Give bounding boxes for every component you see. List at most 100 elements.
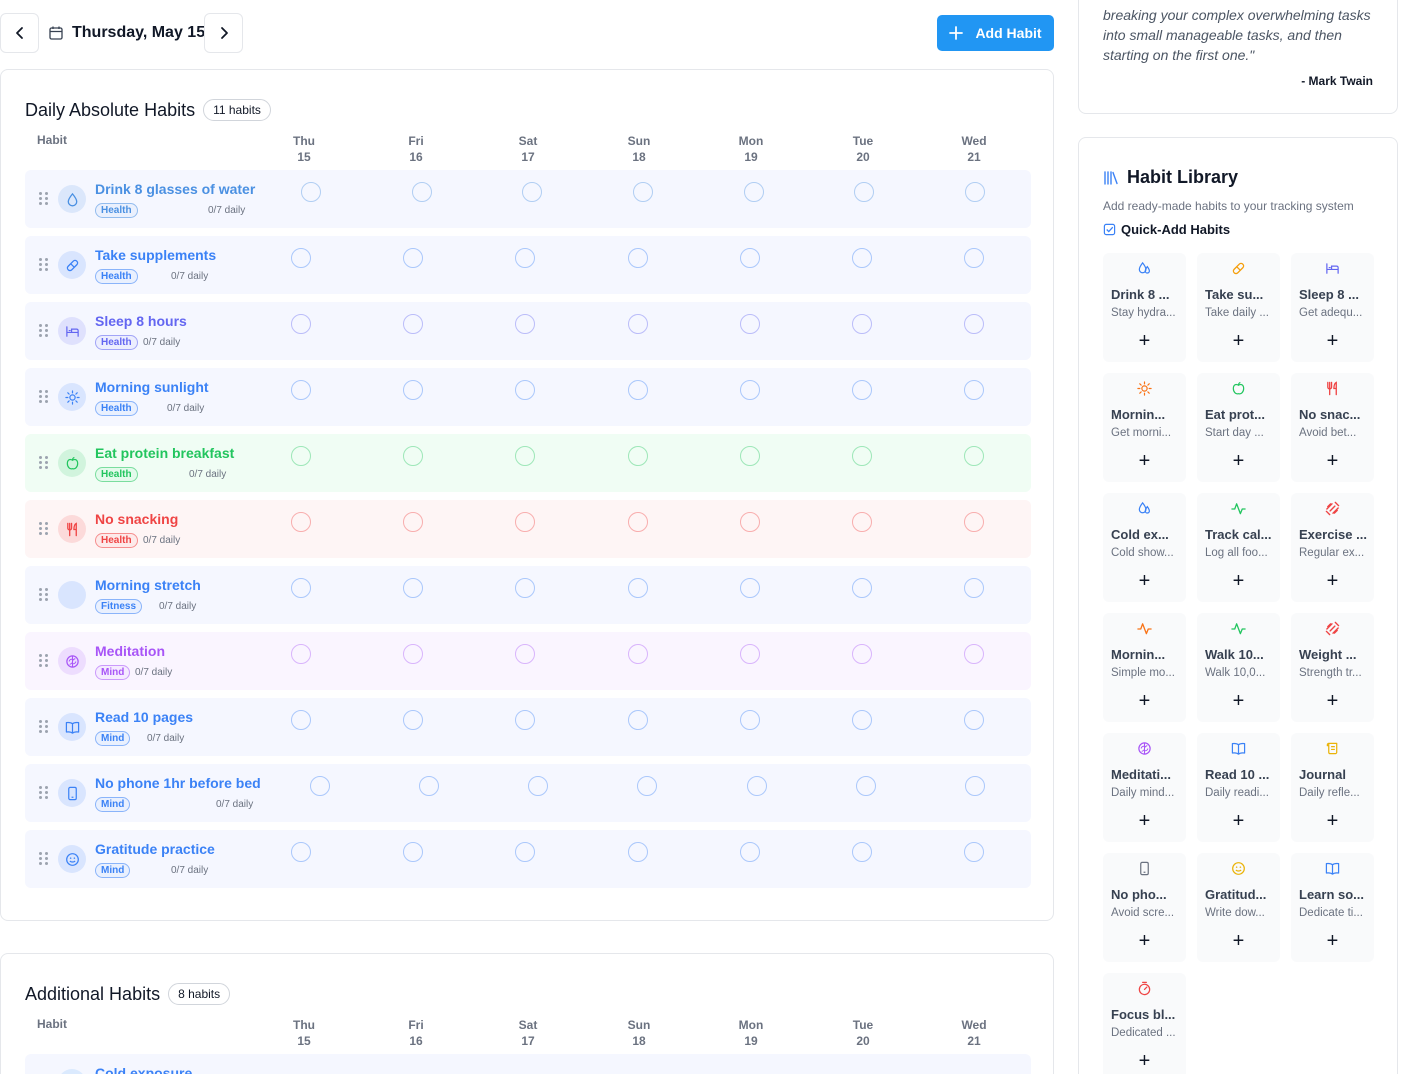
day-checkbox-mon[interactable] [740,710,760,730]
tile-add-button[interactable]: + [1197,691,1280,711]
day-checkbox-mon[interactable] [740,446,760,466]
habit-name[interactable]: Read 10 pages [95,709,193,725]
day-checkbox-tue[interactable] [856,776,876,796]
quick-add-tile[interactable]: Weight ... Strength tr... + [1291,613,1374,722]
habit-name[interactable]: Sleep 8 hours [95,313,187,329]
tile-add-button[interactable]: + [1103,931,1186,951]
day-checkbox-thu[interactable] [291,314,311,334]
day-checkbox-thu[interactable] [301,182,321,202]
tile-add-button[interactable]: + [1197,811,1280,831]
day-checkbox-tue[interactable] [852,314,872,334]
day-checkbox-thu[interactable] [291,248,311,268]
day-checkbox-sun[interactable] [628,512,648,532]
habit-name[interactable]: Morning stretch [95,577,201,593]
day-checkbox-mon[interactable] [740,644,760,664]
quick-add-tile[interactable]: Mornin... Simple mo... + [1103,613,1186,722]
habit-row[interactable]: Sleep 8 hours Health 0/7 daily [25,302,1031,360]
day-checkbox-wed[interactable] [965,776,985,796]
drag-handle-icon[interactable] [39,456,48,470]
day-checkbox-thu[interactable] [291,380,311,400]
next-day-button[interactable] [204,13,243,53]
day-checkbox-sun[interactable] [628,842,648,862]
day-checkbox-mon[interactable] [744,182,764,202]
day-checkbox-mon[interactable] [740,314,760,334]
day-checkbox-fri[interactable] [403,578,423,598]
day-checkbox-tue[interactable] [852,380,872,400]
quick-add-tile[interactable]: Meditati... Daily mind... + [1103,733,1186,842]
habit-name[interactable]: No phone 1hr before bed [95,775,261,791]
day-checkbox-fri[interactable] [403,512,423,532]
day-checkbox-wed[interactable] [964,710,984,730]
day-checkbox-sat[interactable] [515,380,535,400]
quick-add-tile[interactable]: No pho... Avoid scre... + [1103,853,1186,962]
habit-name[interactable]: Take supplements [95,247,216,263]
day-checkbox-sun[interactable] [637,776,657,796]
day-checkbox-tue[interactable] [852,710,872,730]
drag-handle-icon[interactable] [39,258,48,272]
day-checkbox-sun[interactable] [628,314,648,334]
day-checkbox-sat[interactable] [515,842,535,862]
habit-name[interactable]: Drink 8 glasses of water [95,181,255,197]
day-checkbox-sun[interactable] [628,248,648,268]
day-checkbox-tue[interactable] [852,644,872,664]
habit-row[interactable]: No phone 1hr before bed Mind 0/7 daily [25,764,1031,822]
quick-add-tile[interactable]: No snac... Avoid bet... + [1291,373,1374,482]
day-checkbox-thu[interactable] [291,710,311,730]
drag-handle-icon[interactable] [39,324,48,338]
habit-row[interactable]: Read 10 pages Mind 0/7 daily [25,698,1031,756]
day-checkbox-sat[interactable] [515,446,535,466]
tile-add-button[interactable]: + [1103,331,1186,351]
habit-row[interactable]: Eat protein breakfast Health 0/7 daily [25,434,1031,492]
day-checkbox-fri[interactable] [403,446,423,466]
drag-handle-icon[interactable] [39,786,48,800]
tile-add-button[interactable]: + [1103,691,1186,711]
day-checkbox-fri[interactable] [419,776,439,796]
habit-row[interactable]: Morning stretch Fitness 0/7 daily [25,566,1031,624]
day-checkbox-thu[interactable] [291,446,311,466]
quick-add-tile[interactable]: Mornin... Get morni... + [1103,373,1186,482]
drag-handle-icon[interactable] [39,192,48,206]
day-checkbox-fri[interactable] [403,314,423,334]
day-checkbox-fri[interactable] [403,842,423,862]
add-habit-button[interactable]: Add Habit [937,15,1054,51]
day-checkbox-fri[interactable] [403,248,423,268]
day-checkbox-fri[interactable] [412,182,432,202]
habit-row[interactable]: Meditation Mind 0/7 daily [25,632,1031,690]
habit-row[interactable]: Gratitude practice Mind 0/7 daily [25,830,1031,888]
day-checkbox-tue[interactable] [852,578,872,598]
day-checkbox-mon[interactable] [740,248,760,268]
tile-add-button[interactable]: + [1197,571,1280,591]
day-checkbox-tue[interactable] [854,182,874,202]
day-checkbox-sun[interactable] [628,578,648,598]
quick-add-tile[interactable]: Walk 10... Walk 10,0... + [1197,613,1280,722]
day-checkbox-wed[interactable] [964,842,984,862]
quick-add-tile[interactable]: Take su... Take daily ... + [1197,253,1280,362]
habit-name[interactable]: Eat protein breakfast [95,445,234,461]
habit-name[interactable]: Morning sunlight [95,379,209,395]
day-checkbox-sat[interactable] [515,710,535,730]
day-checkbox-sat[interactable] [515,578,535,598]
habit-row[interactable]: Cold exposure [25,1054,1031,1074]
day-checkbox-fri[interactable] [403,380,423,400]
quick-add-tile[interactable]: Read 10 ... Daily readi... + [1197,733,1280,842]
day-checkbox-fri[interactable] [403,644,423,664]
day-checkbox-tue[interactable] [852,446,872,466]
quick-add-tile[interactable]: Focus bl... Dedicated ... + [1103,973,1186,1074]
day-checkbox-wed[interactable] [964,446,984,466]
habit-name[interactable]: No snacking [95,511,178,527]
day-checkbox-wed[interactable] [964,512,984,532]
day-checkbox-tue[interactable] [852,842,872,862]
tile-add-button[interactable]: + [1197,451,1280,471]
day-checkbox-mon[interactable] [740,842,760,862]
day-checkbox-mon[interactable] [740,512,760,532]
tile-add-button[interactable]: + [1291,451,1374,471]
tile-add-button[interactable]: + [1291,811,1374,831]
quick-add-tile[interactable]: Learn so... Dedicate ti... + [1291,853,1374,962]
day-checkbox-sat[interactable] [515,512,535,532]
drag-handle-icon[interactable] [39,720,48,734]
habit-row[interactable]: Drink 8 glasses of water Health 0/7 daily [25,170,1031,228]
drag-handle-icon[interactable] [39,654,48,668]
tile-add-button[interactable]: + [1103,811,1186,831]
day-checkbox-sat[interactable] [515,314,535,334]
quick-add-tile[interactable]: Sleep 8 ... Get adequ... + [1291,253,1374,362]
